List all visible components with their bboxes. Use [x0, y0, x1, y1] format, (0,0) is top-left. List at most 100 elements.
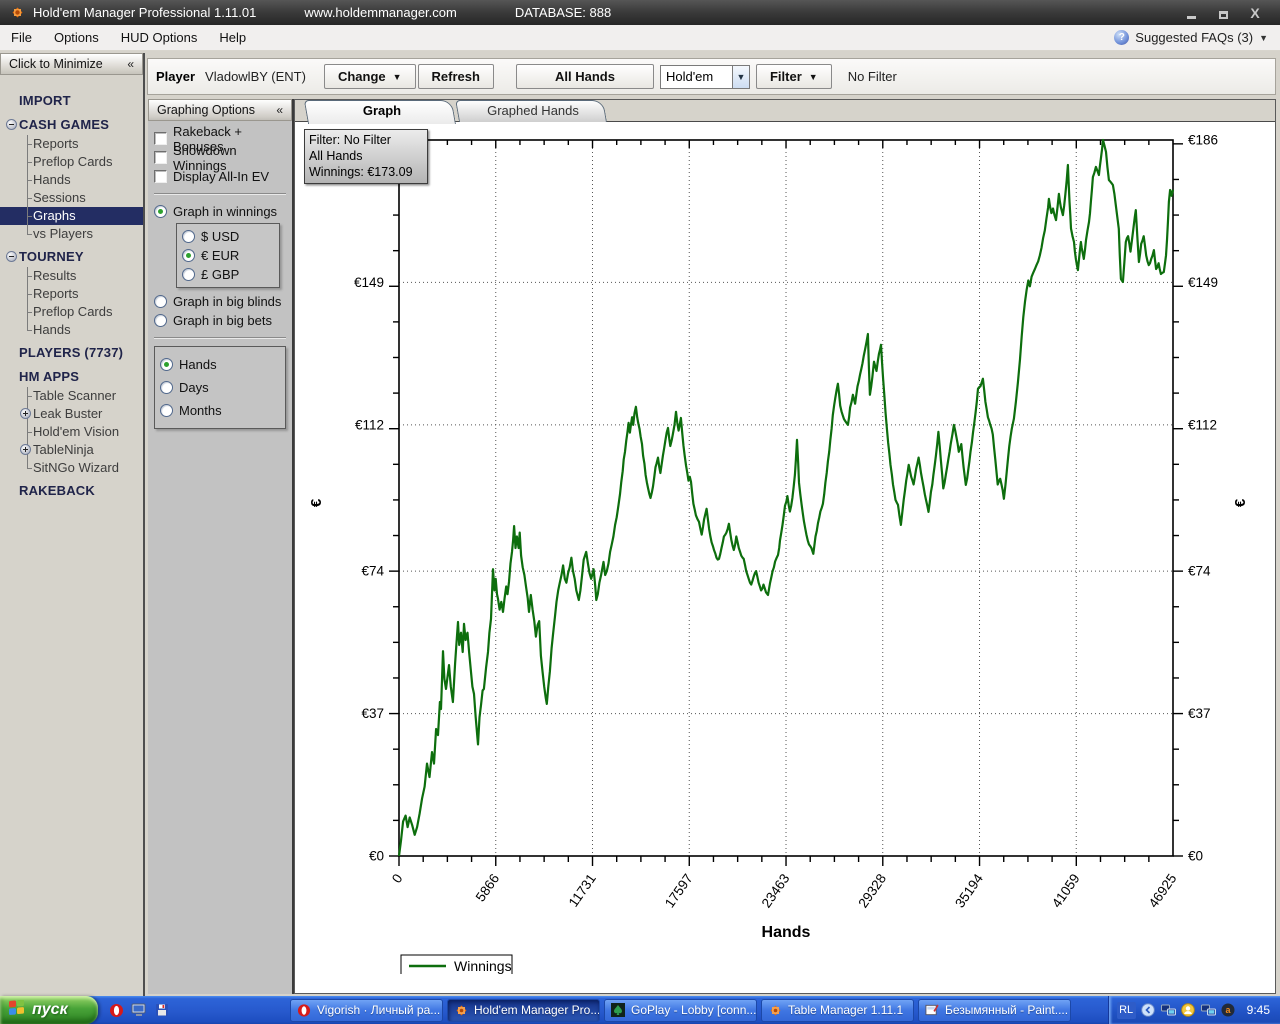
sidebar-minimize-header[interactable]: Click to Minimize « [0, 53, 143, 75]
avast-icon[interactable]: a [1221, 1003, 1236, 1018]
filter-button[interactable]: Filter▼ [756, 64, 832, 89]
floppy-icon[interactable] [154, 1002, 170, 1018]
spade-icon [611, 1003, 625, 1017]
expand-icon[interactable] [20, 444, 31, 455]
collapse-icon[interactable] [6, 251, 17, 262]
sidebar-section-tourney[interactable]: TOURNEY [0, 247, 143, 267]
sidebar-section-hm-apps[interactable]: HM APPS [0, 367, 143, 387]
sidebar-section-rakeback[interactable]: RAKEBACK [0, 481, 143, 501]
menu-item-file[interactable]: File [0, 25, 43, 50]
task-button-label: Hold'em Manager Pro... [474, 1003, 600, 1017]
task-button-безымянный-paint-[interactable]: Безымянный - Paint.... [918, 999, 1071, 1022]
system-tray: RL a 9:45 [1108, 996, 1280, 1024]
start-button-label: пуск [32, 1001, 68, 1019]
radio-graph-in-big-blinds[interactable] [154, 295, 167, 308]
game-type-value: Hold'em [661, 69, 732, 84]
collapse-icon[interactable] [6, 119, 17, 130]
sidebar-item-reports[interactable]: Reports [0, 285, 143, 303]
close-button[interactable]: X [1248, 7, 1262, 19]
sidebar: Click to Minimize « IMPORTCASH GAMESRepo… [0, 53, 145, 996]
sidebar-item-sessions[interactable]: Sessions [0, 189, 143, 207]
radio-currency-gbp[interactable] [182, 268, 195, 281]
svg-text:€149: €149 [1188, 275, 1218, 290]
minimize-button[interactable] [1184, 7, 1198, 19]
sidebar-section-cash-games[interactable]: CASH GAMES [0, 115, 143, 135]
radio-label: Days [179, 380, 209, 395]
radio-graph-in-winnings-selected[interactable] [154, 205, 167, 218]
menu-item-hud-options[interactable]: HUD Options [110, 25, 209, 50]
sidebar-item-sitngo-wizard[interactable]: SitNGo Wizard [0, 459, 143, 477]
app-body: Click to Minimize « IMPORTCASH GAMESRepo… [0, 51, 1280, 996]
sidebar-item-table-scanner[interactable]: Table Scanner [0, 387, 143, 405]
chevron-down-icon: ▼ [809, 72, 818, 82]
taskbar: пуск Vigorish · Личный ра... Hold'em Mana… [0, 996, 1280, 1024]
task-button-goplay-lobby-conn-[interactable]: GoPlay - Lobby [conn... [604, 999, 757, 1022]
language-indicator[interactable]: RL [1117, 1002, 1136, 1019]
task-button-vigorish-личный-ра-[interactable]: Vigorish · Личный ра... [290, 999, 443, 1022]
option-row: $ USD [182, 227, 274, 246]
sidebar-item-hold-em-vision[interactable]: Hold'em Vision [0, 423, 143, 441]
sidebar-item-leak-buster[interactable]: Leak Buster [0, 405, 143, 423]
tab-graphed-hands[interactable]: Graphed Hands [459, 100, 607, 122]
svg-text:23463: 23463 [759, 871, 793, 910]
opera-icon[interactable] [108, 1002, 124, 1018]
chart-summary-tooltip: Filter: No FilterAll HandsWinnings: €173… [304, 129, 428, 184]
sidebar-item-graphs[interactable]: Graphs [0, 207, 143, 225]
messenger-icon[interactable] [1181, 1003, 1196, 1018]
separator [154, 193, 286, 195]
checkbox-unchecked[interactable] [154, 151, 167, 164]
player-name: VladowlBY (ENT) [205, 69, 306, 84]
chevron-icon[interactable] [1141, 1003, 1156, 1018]
sidebar-section-import[interactable]: IMPORT [0, 91, 143, 111]
checkbox-unchecked[interactable] [154, 132, 167, 145]
tooltip-line: Filter: No Filter [309, 132, 423, 148]
menu-item-help[interactable]: Help [208, 25, 257, 50]
show-desktop-icon[interactable] [131, 1002, 147, 1018]
svg-text:5866: 5866 [473, 871, 503, 904]
sidebar-item-reports[interactable]: Reports [0, 135, 143, 153]
radio-label: $ USD [201, 229, 239, 244]
radio-label: € EUR [201, 248, 239, 263]
option-row: Display All-In EV [154, 167, 286, 186]
refresh-button[interactable]: Refresh [418, 64, 494, 89]
network-icon[interactable] [1201, 1003, 1216, 1018]
svg-text:46925: 46925 [1146, 871, 1180, 910]
sidebar-item-preflop-cards[interactable]: Preflop Cards [0, 303, 143, 321]
graphing-options-header[interactable]: Graphing Options « [148, 99, 292, 121]
radio-xaxis-months[interactable] [160, 404, 173, 417]
option-row: Days [160, 376, 280, 399]
tabstrip: GraphGraphed Hands [295, 100, 1275, 122]
task-button-table-manager-1-11-1[interactable]: Table Manager 1.11.1 [761, 999, 914, 1022]
change-player-button[interactable]: Change▼ [324, 64, 416, 89]
suggested-faqs[interactable]: ? Suggested FAQs (3) ▼ [1114, 30, 1280, 45]
clock: 9:45 [1247, 1003, 1270, 1017]
radio-graph-in-big-bets[interactable] [154, 314, 167, 327]
svg-text:€186: €186 [1188, 133, 1218, 148]
radio-xaxis-hands-selected[interactable] [160, 358, 173, 371]
sidebar-section-players-7737-[interactable]: PLAYERS (7737) [0, 343, 143, 363]
menu-item-options[interactable]: Options [43, 25, 110, 50]
tab-graph[interactable]: Graph [308, 100, 456, 122]
restore-button[interactable] [1216, 7, 1230, 19]
sidebar-item-vs-players[interactable]: vs Players [0, 225, 143, 243]
task-button-hold-em-manager-pro-[interactable]: Hold'em Manager Pro... [447, 999, 600, 1022]
radio-currency-eur-selected[interactable] [182, 249, 195, 262]
radio-xaxis-days[interactable] [160, 381, 173, 394]
radio-currency-usd[interactable] [182, 230, 195, 243]
start-button[interactable]: пуск [0, 996, 98, 1024]
sidebar-item-hands[interactable]: Hands [0, 321, 143, 339]
svg-text:€: € [1232, 498, 1249, 507]
game-type-select[interactable]: Hold'em ▼ [660, 65, 750, 89]
currency-group: $ USD€ EUR£ GBP [176, 223, 280, 288]
checkbox-unchecked[interactable] [154, 170, 167, 183]
chevron-down-icon[interactable]: ▼ [732, 66, 749, 88]
sidebar-item-hands[interactable]: Hands [0, 171, 143, 189]
sidebar-item-tableninja[interactable]: TableNinja [0, 441, 143, 459]
network-icon[interactable] [1161, 1003, 1176, 1018]
all-hands-button[interactable]: All Hands [516, 64, 654, 89]
svg-text:€74: €74 [361, 564, 384, 579]
expand-icon[interactable] [20, 408, 31, 419]
titlebar: Hold'em Manager Professional 1.11.01 www… [0, 0, 1280, 25]
sidebar-item-results[interactable]: Results [0, 267, 143, 285]
sidebar-item-preflop-cards[interactable]: Preflop Cards [0, 153, 143, 171]
